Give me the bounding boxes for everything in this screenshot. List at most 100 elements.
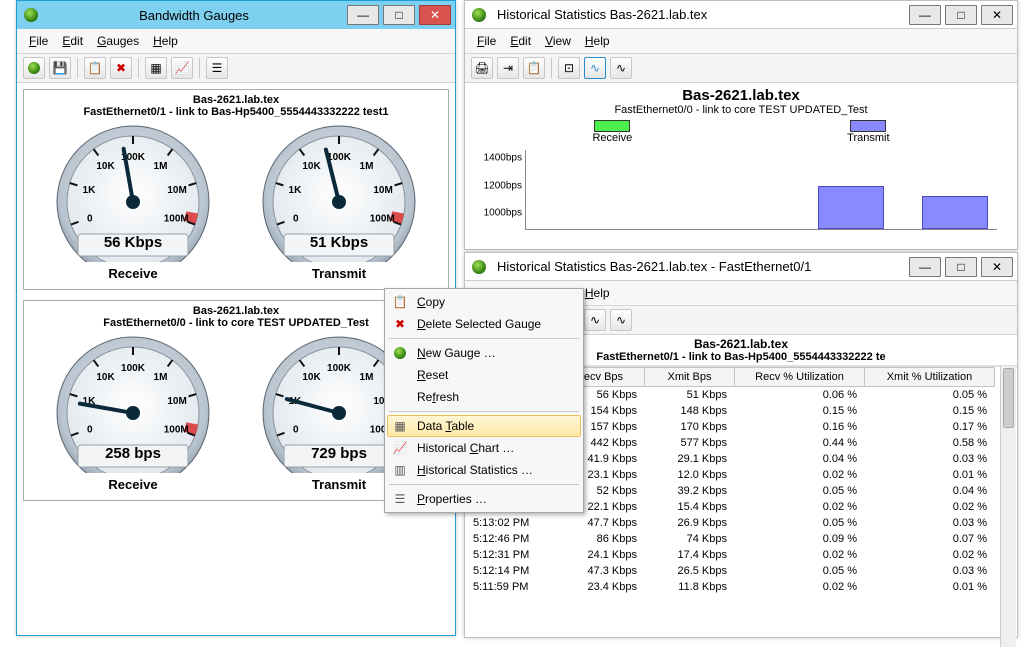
gauge-receive[interactable]: 01K10K100K1M10M100M 258 bps bbox=[48, 333, 218, 473]
scrollbar-thumb[interactable] bbox=[1003, 368, 1014, 428]
context-menu: 📋Copy✖Delete Selected GaugeNew Gauge …Re… bbox=[384, 288, 584, 513]
titlebar[interactable]: Bandwidth Gauges — □ ✕ bbox=[17, 1, 455, 29]
time-cell: 5:12:31 PM bbox=[465, 547, 555, 563]
data-cell: 170 Kbps bbox=[645, 419, 735, 435]
minimize-button[interactable]: — bbox=[909, 257, 941, 277]
titlebar[interactable]: Historical Statistics Bas-2621.lab.tex -… bbox=[465, 253, 1017, 281]
titlebar[interactable]: Historical Statistics Bas-2621.lab.tex —… bbox=[465, 1, 1017, 29]
maximize-button[interactable]: □ bbox=[945, 257, 977, 277]
svg-text:10K: 10K bbox=[96, 372, 115, 383]
menu-gauges[interactable]: Gauges bbox=[91, 32, 145, 50]
menu-item-historical-chart[interactable]: 📈Historical Chart … bbox=[387, 437, 581, 459]
data-cell: 0.44 % bbox=[735, 435, 865, 451]
zoom-out-icon[interactable]: ⊡ bbox=[558, 57, 580, 79]
column-header[interactable]: Xmit Bps bbox=[645, 367, 735, 387]
data-cell: 0.05 % bbox=[735, 563, 865, 579]
menu-separator bbox=[389, 484, 579, 485]
export-icon[interactable]: ⇥ bbox=[497, 57, 519, 79]
menu-item-copy[interactable]: 📋Copy bbox=[387, 291, 581, 313]
data-cell: 0.07 % bbox=[865, 531, 995, 547]
data-cell: 39.2 Kbps bbox=[645, 483, 735, 499]
legend-label-transmit: Transmit bbox=[847, 132, 889, 144]
svg-text:1K: 1K bbox=[83, 185, 97, 196]
gauge-label-transmit: Transmit bbox=[312, 266, 366, 281]
data-cell: 0.01 % bbox=[865, 579, 995, 595]
menu-item-reset[interactable]: Reset bbox=[387, 364, 581, 386]
svg-text:10K: 10K bbox=[302, 161, 321, 172]
menu-view[interactable]: View bbox=[539, 32, 577, 50]
chart-icon[interactable]: 📈 bbox=[171, 57, 193, 79]
svg-text:0: 0 bbox=[293, 214, 299, 225]
svg-text:1K: 1K bbox=[289, 185, 303, 196]
menu-item-historical-statistics[interactable]: ▥ Historical Statistics … bbox=[387, 459, 581, 481]
menu-item-icon: ▦ bbox=[391, 419, 409, 433]
chart-type-icon[interactable]: ∿ bbox=[610, 309, 632, 331]
table-host: Bas-2621.lab.tex bbox=[694, 337, 788, 351]
menu-item-delete-selected-gauge[interactable]: ✖Delete Selected Gauge bbox=[387, 313, 581, 335]
maximize-button[interactable]: □ bbox=[945, 5, 977, 25]
menu-item-properties[interactable]: ☰Properties … bbox=[387, 488, 581, 510]
gauge-group: Bas-2621.lab.tex FastEthernet0/1 - link … bbox=[23, 89, 449, 290]
menu-item-refresh[interactable]: Refresh bbox=[387, 386, 581, 408]
data-cell: 577 Kbps bbox=[645, 435, 735, 451]
table-icon[interactable]: ▦ bbox=[145, 57, 167, 79]
chart-toggle-icon[interactable]: ∿ bbox=[584, 57, 606, 79]
data-cell: 0.58 % bbox=[865, 435, 995, 451]
data-cell: 17.4 Kbps bbox=[645, 547, 735, 563]
data-cell: 0.06 % bbox=[735, 387, 865, 403]
column-header[interactable]: Recv % Utilization bbox=[735, 367, 865, 387]
legend-label-receive: Receive bbox=[592, 132, 632, 144]
delete-icon[interactable]: ✖ bbox=[110, 57, 132, 79]
close-button[interactable]: ✕ bbox=[981, 5, 1013, 25]
svg-text:10K: 10K bbox=[96, 161, 115, 172]
gauge-receive[interactable]: 01K10K100K1M10M100M 56 Kbps bbox=[48, 122, 218, 262]
data-cell: 0.03 % bbox=[865, 515, 995, 531]
gauge-desc: FastEthernet0/1 - link to Bas-Hp5400_555… bbox=[30, 106, 442, 118]
window-title: Historical Statistics Bas-2621.lab.tex -… bbox=[493, 259, 905, 274]
copy-icon[interactable]: 📋 bbox=[84, 57, 106, 79]
bar-transmit bbox=[818, 186, 884, 229]
properties-icon[interactable]: ☰ bbox=[206, 57, 228, 79]
close-button[interactable]: ✕ bbox=[419, 5, 451, 25]
copy-icon[interactable]: 📋 bbox=[523, 57, 545, 79]
close-button[interactable]: ✕ bbox=[981, 257, 1013, 277]
gauge-transmit[interactable]: 01K10K100K1M10M100M 51 Kbps bbox=[254, 122, 424, 262]
save-icon[interactable]: 💾 bbox=[49, 57, 71, 79]
svg-text:100K: 100K bbox=[121, 363, 146, 374]
column-header[interactable]: Xmit % Utilization bbox=[865, 367, 995, 387]
menu-help[interactable]: Help bbox=[147, 32, 184, 50]
menu-file[interactable]: File bbox=[23, 32, 54, 50]
menu-item-new-gauge[interactable]: New Gauge … bbox=[387, 342, 581, 364]
minimize-button[interactable]: — bbox=[347, 5, 379, 25]
maximize-button[interactable]: □ bbox=[383, 5, 415, 25]
menu-edit[interactable]: Edit bbox=[504, 32, 537, 50]
data-cell: 0.02 % bbox=[735, 499, 865, 515]
legend: Receive Transmit bbox=[515, 120, 967, 144]
svg-text:0: 0 bbox=[87, 425, 93, 436]
chart-toggle-icon[interactable]: ∿ bbox=[584, 309, 606, 331]
menu-file[interactable]: File bbox=[471, 32, 502, 50]
menu-item-label: Historical Statistics … bbox=[417, 463, 533, 477]
menu-item-icon: ▥ bbox=[391, 463, 409, 477]
chart-plot: 1400bps 1200bps 1000bps bbox=[525, 150, 997, 230]
toolbar: 💾 📋 ✖ ▦ 📈 ☰ bbox=[17, 54, 455, 83]
svg-text:10M: 10M bbox=[167, 185, 186, 196]
print-icon[interactable]: 🖨 bbox=[471, 57, 493, 79]
menubar: File Edit View Help bbox=[465, 29, 1017, 54]
data-cell: 0.17 % bbox=[865, 419, 995, 435]
minimize-button[interactable]: — bbox=[909, 5, 941, 25]
menu-edit[interactable]: Edit bbox=[56, 32, 89, 50]
data-cell: 26.9 Kbps bbox=[645, 515, 735, 531]
legend-swatch-receive bbox=[594, 120, 630, 132]
data-cell: 0.01 % bbox=[865, 467, 995, 483]
scrollbar[interactable] bbox=[1000, 366, 1016, 647]
data-cell: 0.03 % bbox=[865, 563, 995, 579]
svg-text:1M: 1M bbox=[154, 161, 168, 172]
menu-help[interactable]: Help bbox=[579, 32, 616, 50]
new-gauge-icon[interactable] bbox=[23, 57, 45, 79]
menu-help[interactable]: Help bbox=[579, 284, 616, 302]
gauge-host: Bas-2621.lab.tex bbox=[30, 305, 442, 317]
chart-type-icon[interactable]: ∿ bbox=[610, 57, 632, 79]
window-title: Historical Statistics Bas-2621.lab.tex bbox=[493, 7, 905, 22]
menu-item-data-table[interactable]: ▦Data Table bbox=[387, 415, 581, 437]
